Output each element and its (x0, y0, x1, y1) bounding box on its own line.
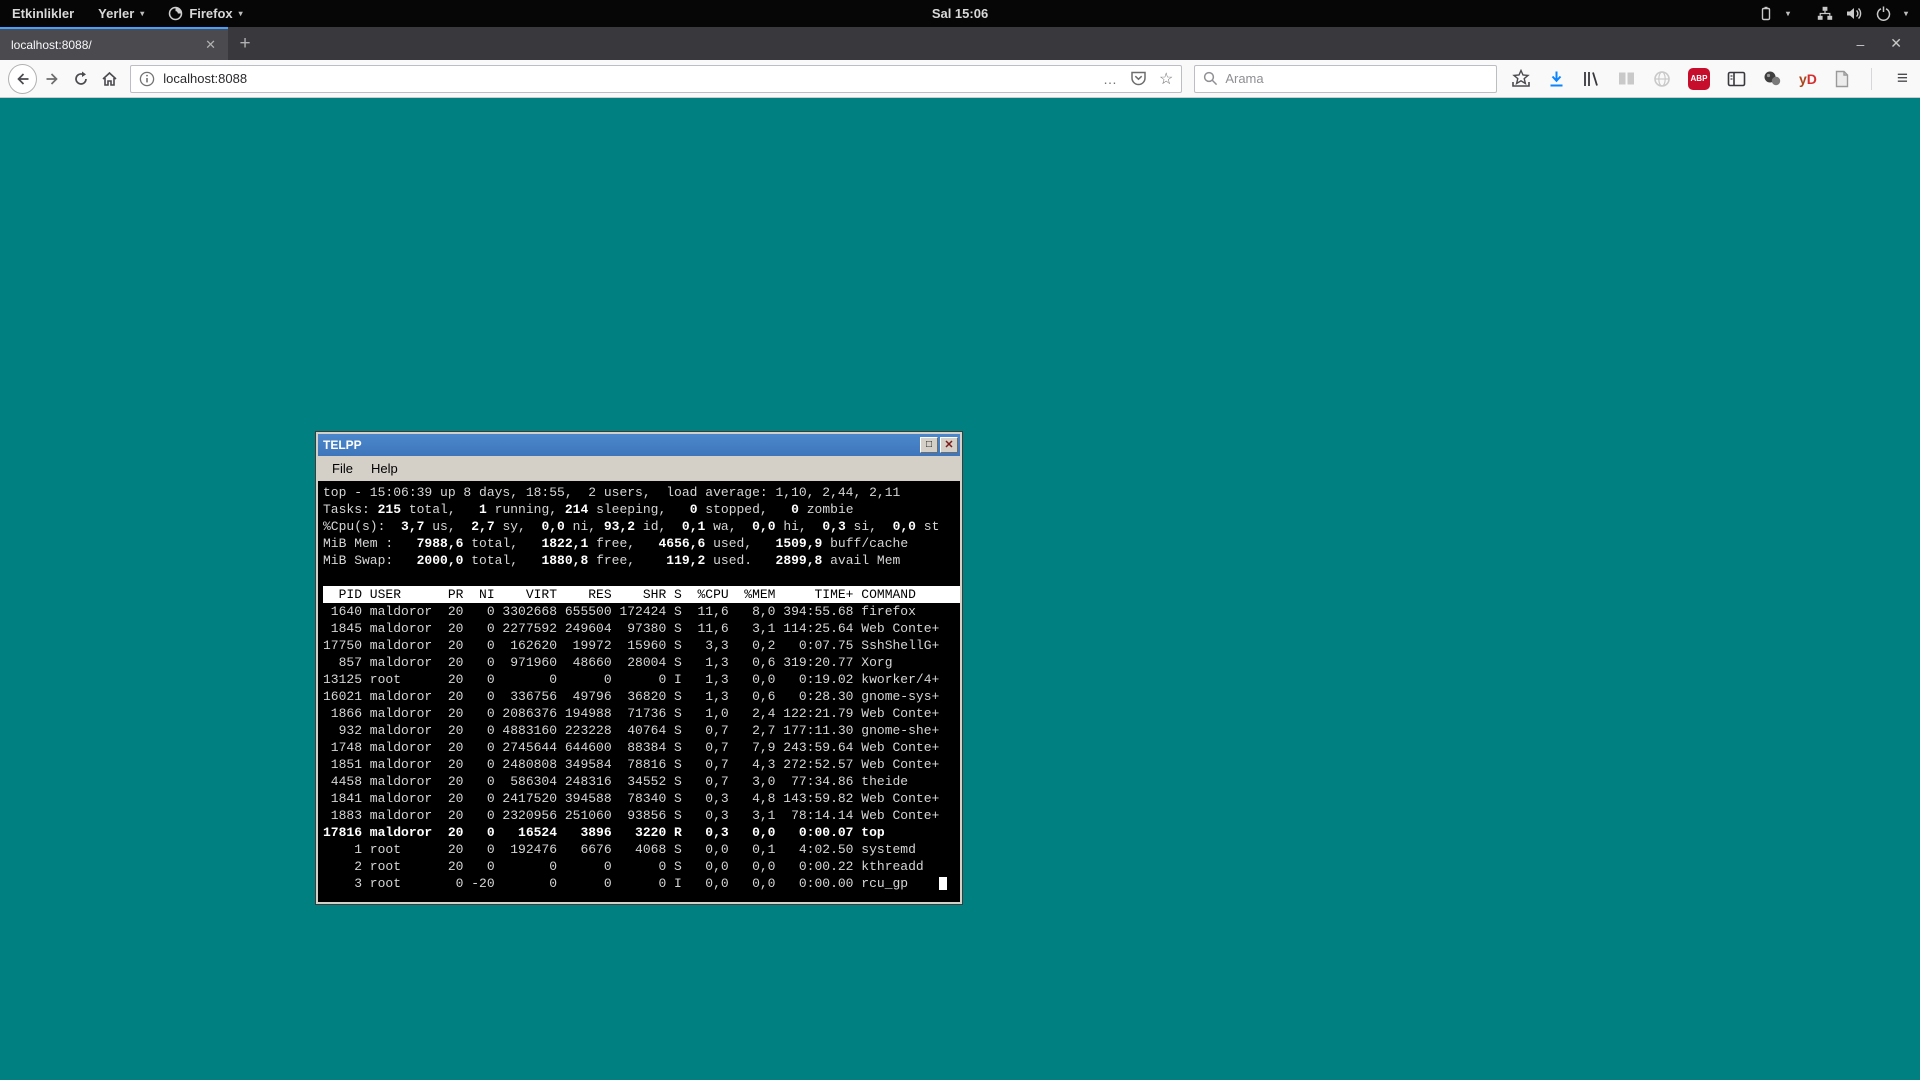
activities-button[interactable]: Etkinlikler (0, 0, 86, 27)
chevron-down-icon: ▾ (1903, 9, 1908, 18)
bookmark-star-icon[interactable]: ☆ (1159, 69, 1173, 89)
spheres-extension-icon[interactable] (1763, 70, 1782, 87)
process-row: 1845 maldoror 20 0 2277592 249604 97380 … (323, 621, 940, 636)
terminal-summary: top - 15:06:39 up 8 days, 18:55, 2 users… (323, 485, 940, 568)
process-row: 13125 root 20 0 0 0 0 I 1,3 0,0 0:19.02 … (323, 672, 940, 687)
url-bar[interactable]: … ☆ (130, 64, 1183, 93)
process-row: 857 maldoror 20 0 971960 48660 28004 S 1… (323, 655, 893, 670)
process-row: 932 maldoror 20 0 4883160 223228 40764 S… (323, 723, 940, 738)
page-actions: … ☆ (1103, 69, 1173, 89)
reader-page-icon[interactable] (1834, 70, 1850, 88)
app-menu-firefox[interactable]: Firefox ▾ (156, 0, 254, 27)
tab-localhost[interactable]: localhost:8088/ ✕ (0, 27, 228, 60)
page-content: TELPP □ ✕ File Help top - 15:06:39 up 8 … (0, 99, 1920, 1080)
process-row: 4458 maldoror 20 0 586304 248316 34552 S… (323, 774, 909, 789)
telpp-menu-bar: File Help (318, 456, 960, 481)
terminal[interactable]: top - 15:06:39 up 8 days, 18:55, 2 users… (318, 481, 960, 902)
process-row: 16021 maldoror 20 0 336756 49796 36820 S… (323, 689, 940, 704)
home-button[interactable] (95, 64, 124, 94)
volume-icon (1846, 8, 1862, 19)
reading-list-icon[interactable] (1617, 70, 1636, 87)
maximize-button[interactable]: □ (920, 437, 938, 453)
telpp-title: TELPP (323, 438, 362, 452)
minimize-button[interactable]: – (1856, 36, 1864, 52)
close-window-button[interactable]: ✕ (1890, 35, 1902, 52)
process-row: 1 root 20 0 192476 6676 4068 S 0,0 0,1 4… (323, 842, 916, 857)
menu-help[interactable]: Help (363, 459, 406, 478)
terminal-header-row: PID USER PR NI VIRT RES SHR S %CPU %MEM … (323, 586, 960, 603)
downloads-icon[interactable] (1548, 70, 1565, 88)
telpp-window: TELPP □ ✕ File Help top - 15:06:39 up 8 … (316, 432, 962, 904)
process-row: 1748 maldoror 20 0 2745644 644600 88384 … (323, 740, 940, 755)
process-row: 17816 maldoror 20 0 16524 3896 3220 R 0,… (323, 825, 885, 840)
search-icon (1204, 71, 1218, 86)
url-input[interactable] (163, 71, 1095, 86)
forward-arrow-icon (46, 72, 58, 85)
system-status-area[interactable]: ▾ ▾ (1753, 0, 1914, 27)
reload-icon (74, 71, 87, 85)
adblock-plus-icon[interactable]: ABP (1687, 67, 1710, 90)
site-info-icon[interactable] (139, 71, 155, 87)
toolbar-separator (1870, 67, 1872, 90)
bookmarks-tray-star-icon[interactable] (1511, 69, 1531, 88)
reload-button[interactable] (66, 64, 95, 94)
process-row: 1640 maldoror 20 0 3302668 655500 172424… (323, 604, 916, 619)
back-button[interactable] (8, 63, 38, 94)
process-row: 1851 maldoror 20 0 2480808 349584 78816 … (323, 757, 940, 772)
process-row: 1866 maldoror 20 0 2086376 194988 71736 … (323, 706, 940, 721)
globe-icon[interactable] (1653, 70, 1671, 88)
terminal-rows: 1640 maldoror 20 0 3302668 655500 172424… (323, 603, 960, 892)
chevron-down-icon: ▾ (140, 9, 145, 18)
navigation-toolbar: … ☆ (0, 60, 1920, 98)
power-icon (1876, 6, 1891, 21)
terminal-cursor (939, 877, 948, 891)
process-row: 3 root 0 -20 0 0 0 I 0,0 0,0 0:00.00 rcu… (323, 875, 960, 892)
process-row: 2 root 20 0 0 0 0 S 0,0 0,0 0:00.22 kthr… (323, 859, 924, 874)
clock[interactable]: Sal 15:06 (922, 0, 998, 27)
chevron-down-icon: ▾ (1785, 9, 1790, 18)
battery-icon (1761, 6, 1771, 20)
back-arrow-icon (16, 72, 29, 85)
page-actions-icon[interactable]: … (1103, 71, 1118, 87)
network-icon (1817, 6, 1833, 20)
toolbar-extensions: ABP yD ≡ (1511, 67, 1912, 90)
process-row: 17750 maldoror 20 0 162620 19972 15960 S… (323, 638, 940, 653)
menu-icon[interactable]: ≡ (1893, 68, 1912, 90)
menu-file[interactable]: File (324, 459, 361, 478)
search-bar[interactable] (1194, 64, 1497, 93)
home-icon (102, 71, 117, 86)
places-menu[interactable]: Yerler ▾ (86, 0, 156, 27)
close-app-button[interactable]: ✕ (940, 437, 958, 453)
tab-title: localhost:8088/ (11, 37, 92, 52)
telpp-title-bar[interactable]: TELPP □ ✕ (318, 434, 960, 456)
window-controls: – ✕ (1856, 27, 1920, 60)
sidebar-toggle-icon[interactable] (1727, 71, 1746, 87)
tab-bar: localhost:8088/ ✕ + – ✕ (0, 27, 1920, 60)
library-icon[interactable] (1582, 70, 1600, 88)
chevron-down-icon: ▾ (238, 9, 243, 18)
tab-close-icon[interactable]: ✕ (201, 35, 220, 55)
new-tab-button[interactable]: + (228, 27, 262, 60)
yd-extension-icon[interactable]: yD (1799, 71, 1817, 87)
search-input[interactable] (1225, 71, 1488, 86)
pocket-icon[interactable] (1130, 70, 1147, 87)
process-row: 1883 maldoror 20 0 2320956 251060 93856 … (323, 808, 940, 823)
firefox-icon (169, 6, 183, 21)
process-row: 1841 maldoror 20 0 2417520 394588 78340 … (323, 791, 940, 806)
forward-button[interactable] (37, 64, 66, 94)
gnome-top-bar: Etkinlikler Yerler ▾ Firefox ▾ Sal 15:06… (0, 0, 1920, 27)
